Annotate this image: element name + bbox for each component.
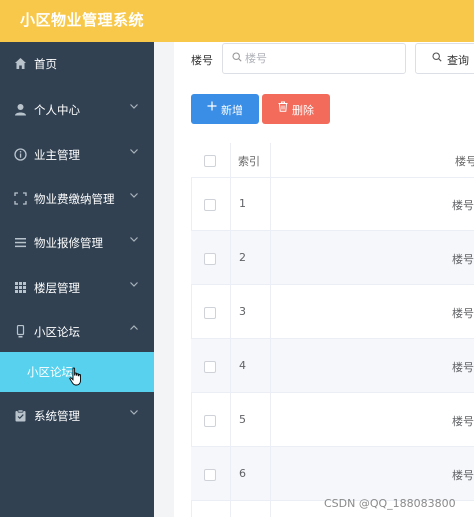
row-index: 4 xyxy=(239,359,246,372)
fullscreen-icon xyxy=(14,192,27,205)
sidebar-item-label: 系统管理 xyxy=(34,409,80,423)
sidebar-item-label: 业主管理 xyxy=(34,148,80,162)
sidebar-item-label: 首页 xyxy=(34,57,57,71)
row-building: 楼号 xyxy=(452,361,474,374)
row-building: 楼号 xyxy=(452,469,474,482)
search-label: 楼号 xyxy=(191,54,213,67)
search-icon xyxy=(432,52,442,65)
row-checkbox[interactable] xyxy=(204,307,216,319)
top-bar: 小区物业管理系统 xyxy=(0,0,474,42)
row-checkbox[interactable] xyxy=(204,469,216,481)
select-all-checkbox[interactable] xyxy=(204,155,216,167)
sidebar-item-property-fee[interactable]: 物业费缴纳管理 xyxy=(0,177,154,221)
sidebar-item-owner-management[interactable]: 业主管理 xyxy=(0,133,154,177)
plus-icon xyxy=(207,101,217,114)
table-row[interactable] xyxy=(191,285,474,339)
row-index: 1 xyxy=(239,197,246,210)
sidebar-item-label: 物业费缴纳管理 xyxy=(34,192,115,206)
search-icon xyxy=(232,52,242,65)
table-header xyxy=(191,143,474,178)
delete-button[interactable]: 删除 xyxy=(262,94,330,124)
row-building: 楼号 xyxy=(452,415,474,428)
row-checkbox[interactable] xyxy=(204,415,216,427)
column-divider xyxy=(230,143,231,517)
table-row[interactable] xyxy=(191,339,474,393)
delete-button-label: 删除 xyxy=(292,104,314,117)
row-building: 楼号 xyxy=(452,307,474,320)
chevron-down-icon xyxy=(129,146,139,159)
user-icon xyxy=(14,103,27,116)
row-index: 5 xyxy=(239,413,246,426)
table-row[interactable] xyxy=(191,447,474,501)
sidebar-item-floor-management[interactable]: 楼层管理 xyxy=(0,266,154,310)
sidebar-item-community-forum[interactable]: 小区论坛 xyxy=(0,310,154,354)
query-button[interactable]: 查询 xyxy=(415,43,474,74)
row-checkbox[interactable] xyxy=(204,253,216,265)
column-divider xyxy=(270,143,271,517)
column-header-building: 楼号 xyxy=(455,155,474,168)
sidebar-item-label: 物业报修管理 xyxy=(34,236,103,250)
info-icon xyxy=(14,148,27,161)
chevron-down-icon xyxy=(129,190,139,203)
phone-icon xyxy=(14,325,27,338)
list-icon xyxy=(14,236,27,249)
chevron-down-icon xyxy=(129,234,139,247)
chevron-down-icon xyxy=(129,101,139,114)
table-row[interactable] xyxy=(191,177,474,231)
trash-icon xyxy=(278,101,288,115)
building-number-search-field[interactable] xyxy=(222,43,406,74)
table-row[interactable] xyxy=(191,231,474,285)
table-row[interactable] xyxy=(191,393,474,447)
row-index: 3 xyxy=(239,305,246,318)
sidebar-item-label: 小区论坛 xyxy=(34,325,80,339)
row-index: 2 xyxy=(239,251,246,264)
chevron-down-icon xyxy=(129,407,139,420)
home-icon xyxy=(14,57,27,70)
grid-icon xyxy=(14,281,27,294)
row-building: 楼号 xyxy=(452,253,474,266)
row-checkbox[interactable] xyxy=(204,361,216,373)
search-input[interactable] xyxy=(245,50,395,67)
column-header-index: 索引 xyxy=(238,155,260,168)
add-button-label: 新增 xyxy=(221,104,243,117)
sidebar-item-label: 楼层管理 xyxy=(34,281,80,295)
sidebar-item-home[interactable]: 首页 xyxy=(0,42,154,86)
sidebar-item-label: 个人中心 xyxy=(34,103,80,117)
watermark: CSDN @QQ_188083800 xyxy=(324,497,456,510)
app-title: 小区物业管理系统 xyxy=(20,11,145,29)
add-button[interactable]: 新增 xyxy=(191,94,259,124)
sidebar-subitem-label: 小区论坛 xyxy=(27,365,73,379)
clipboard-icon xyxy=(14,409,27,422)
query-button-label: 查询 xyxy=(447,54,469,67)
chevron-up-icon xyxy=(129,323,139,336)
row-building: 楼号 xyxy=(452,199,474,212)
chevron-down-icon xyxy=(129,279,139,292)
sidebar-item-system-management[interactable]: 系统管理 xyxy=(0,394,154,438)
sidebar-item-repair-management[interactable]: 物业报修管理 xyxy=(0,221,154,265)
hand-pointer-cursor-icon xyxy=(69,367,83,387)
sidebar-item-personal-center[interactable]: 个人中心 xyxy=(0,88,154,132)
row-checkbox[interactable] xyxy=(204,199,216,211)
row-index: 6 xyxy=(239,467,246,480)
